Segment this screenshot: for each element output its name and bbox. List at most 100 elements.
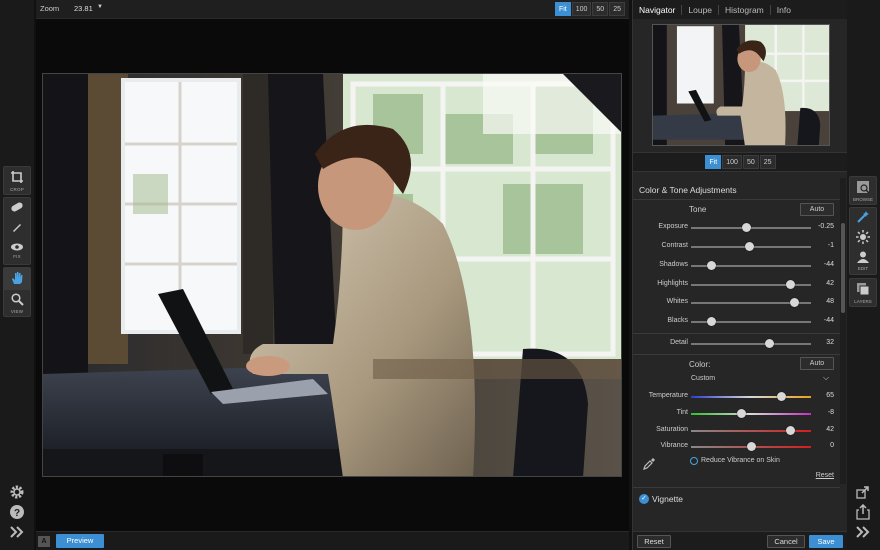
cancel-button[interactable]: Cancel [767, 535, 805, 548]
slider-value: 32 [826, 339, 834, 346]
slider-value: 42 [826, 426, 834, 433]
slider-label: Saturation [656, 426, 688, 433]
slider-tint[interactable]: Tint -8 [633, 408, 840, 420]
slider-blacks[interactable]: Blacks -44 [633, 316, 840, 328]
crop-tool[interactable]: CROP [4, 167, 30, 194]
nav-zoom-fit-button[interactable]: Fit [705, 155, 722, 169]
zoom-100-button[interactable]: 100 [571, 2, 592, 16]
hand-tool[interactable] [4, 268, 30, 290]
slider-track[interactable] [691, 227, 811, 229]
slider-whites[interactable]: Whites 48 [633, 297, 840, 309]
slider-label: Exposure [658, 223, 688, 230]
browse-label: BROWSE [852, 196, 873, 202]
zoom-label: Zoom [40, 4, 60, 13]
slider-knob[interactable] [736, 409, 746, 418]
slider-knob[interactable] [786, 426, 796, 435]
slider-value: 48 [826, 298, 834, 305]
panel-bottom-bar: Reset Cancel Save [633, 531, 848, 550]
tab-navigator[interactable]: Navigator [639, 4, 683, 15]
tab-histogram[interactable]: Histogram [719, 4, 771, 15]
slider-track[interactable] [691, 413, 811, 415]
chevron-down-icon[interactable]: ▼ [97, 4, 103, 10]
slider-value: 42 [826, 280, 834, 287]
slider-track[interactable] [691, 396, 811, 398]
main-photo[interactable] [42, 73, 622, 477]
panel-scrollbar[interactable] [840, 178, 846, 484]
slider-knob[interactable] [789, 298, 799, 307]
portrait-module[interactable]: EDIT [850, 248, 876, 274]
slider-label: Temperature [648, 392, 688, 399]
slider-knob[interactable] [786, 280, 796, 289]
crop-label: CROP [10, 186, 24, 192]
help-button[interactable]: ? [7, 504, 27, 522]
bandage-icon [10, 201, 24, 215]
heal-tool[interactable] [4, 198, 30, 218]
slider-detail[interactable]: Detail 32 [633, 338, 840, 350]
zoom-50-button[interactable]: 50 [592, 2, 609, 16]
tab-info[interactable]: Info [771, 5, 797, 15]
reset-button[interactable]: Reset [637, 535, 671, 548]
canvas-bottom-bar: A Preview [36, 531, 629, 550]
hand-icon [10, 271, 24, 287]
preview-button[interactable]: Preview [56, 534, 104, 548]
eyedropper-icon[interactable] [643, 458, 655, 473]
slider-knob[interactable] [745, 242, 755, 251]
color-auto-button[interactable]: Auto [800, 357, 834, 370]
slider-value: -44 [823, 261, 834, 268]
tone-auto-button[interactable]: Auto [800, 203, 834, 216]
scrollbar-thumb[interactable] [841, 223, 845, 313]
vignette-label[interactable]: Vignette [652, 494, 683, 504]
zoom-value[interactable]: 23.81 [74, 4, 93, 13]
slider-contrast[interactable]: Contrast -1 [633, 241, 840, 253]
layers-module-group: LAYERS [849, 278, 877, 307]
zoom-tool[interactable]: VIEW [4, 290, 30, 316]
nav-zoom-100-button[interactable]: 100 [722, 155, 742, 169]
slider-temperature[interactable]: Temperature 65 [633, 391, 840, 403]
slider-shadows[interactable]: Shadows -44 [633, 260, 840, 272]
before-after-toggle[interactable]: A [38, 536, 50, 547]
zoom-fit-button[interactable]: Fit [554, 2, 571, 16]
slider-knob[interactable] [706, 317, 716, 326]
slider-saturation[interactable]: Saturation 42 [633, 425, 840, 437]
slider-knob[interactable] [706, 261, 716, 270]
edit-label: EDIT [857, 266, 869, 271]
share-button[interactable] [853, 503, 873, 522]
slider-value: -1 [827, 242, 834, 249]
layers-module[interactable]: LAYERS [850, 279, 876, 306]
save-button[interactable]: Save [809, 535, 843, 548]
slider-knob[interactable] [764, 339, 774, 348]
vignette-section: ✓ Vignette [633, 487, 840, 531]
nav-zoom-25-button[interactable]: 25 [759, 155, 776, 169]
navigator-thumbnail[interactable] [652, 24, 830, 146]
slider-knob[interactable] [776, 392, 786, 401]
color-reset-link[interactable]: Reset [816, 472, 834, 479]
enhance-module[interactable] [850, 228, 876, 248]
effects-module[interactable] [850, 208, 876, 228]
red-eye-tool[interactable]: FIX [4, 238, 30, 264]
reduce-vibrance-checkbox[interactable] [690, 457, 698, 465]
slider-knob[interactable] [741, 223, 751, 232]
slider-track[interactable] [691, 343, 811, 345]
slider-highlights[interactable]: Highlights 42 [633, 279, 840, 291]
layers-icon [856, 282, 870, 298]
gear-icon [9, 484, 25, 502]
browse-module[interactable]: BROWSE [850, 177, 876, 204]
tab-loupe[interactable]: Loupe [682, 4, 720, 15]
slider-value: -44 [823, 317, 834, 324]
export-button[interactable] [853, 484, 873, 502]
tone-title: Tone [689, 205, 707, 214]
zoom-bar: Zoom 23.81 ▼ Fit 100 50 25 [36, 0, 629, 19]
brush-tool[interactable] [4, 218, 30, 238]
slider-knob[interactable] [746, 442, 756, 451]
collapse-left-button[interactable] [7, 524, 27, 542]
slider-label: Blacks [667, 317, 688, 324]
color-preset-dropdown[interactable]: Custom [691, 375, 715, 382]
settings-button[interactable] [7, 484, 27, 502]
zoom-25-button[interactable]: 25 [609, 2, 625, 16]
slider-exposure[interactable]: Exposure -0.25 [633, 222, 840, 234]
slider-vibrance[interactable]: Vibrance 0 [633, 441, 840, 453]
collapse-right-button[interactable] [853, 524, 873, 542]
chevron-down-icon[interactable]: ⌵ [823, 373, 829, 383]
vignette-checkbox[interactable]: ✓ [639, 494, 649, 504]
nav-zoom-50-button[interactable]: 50 [742, 155, 759, 169]
